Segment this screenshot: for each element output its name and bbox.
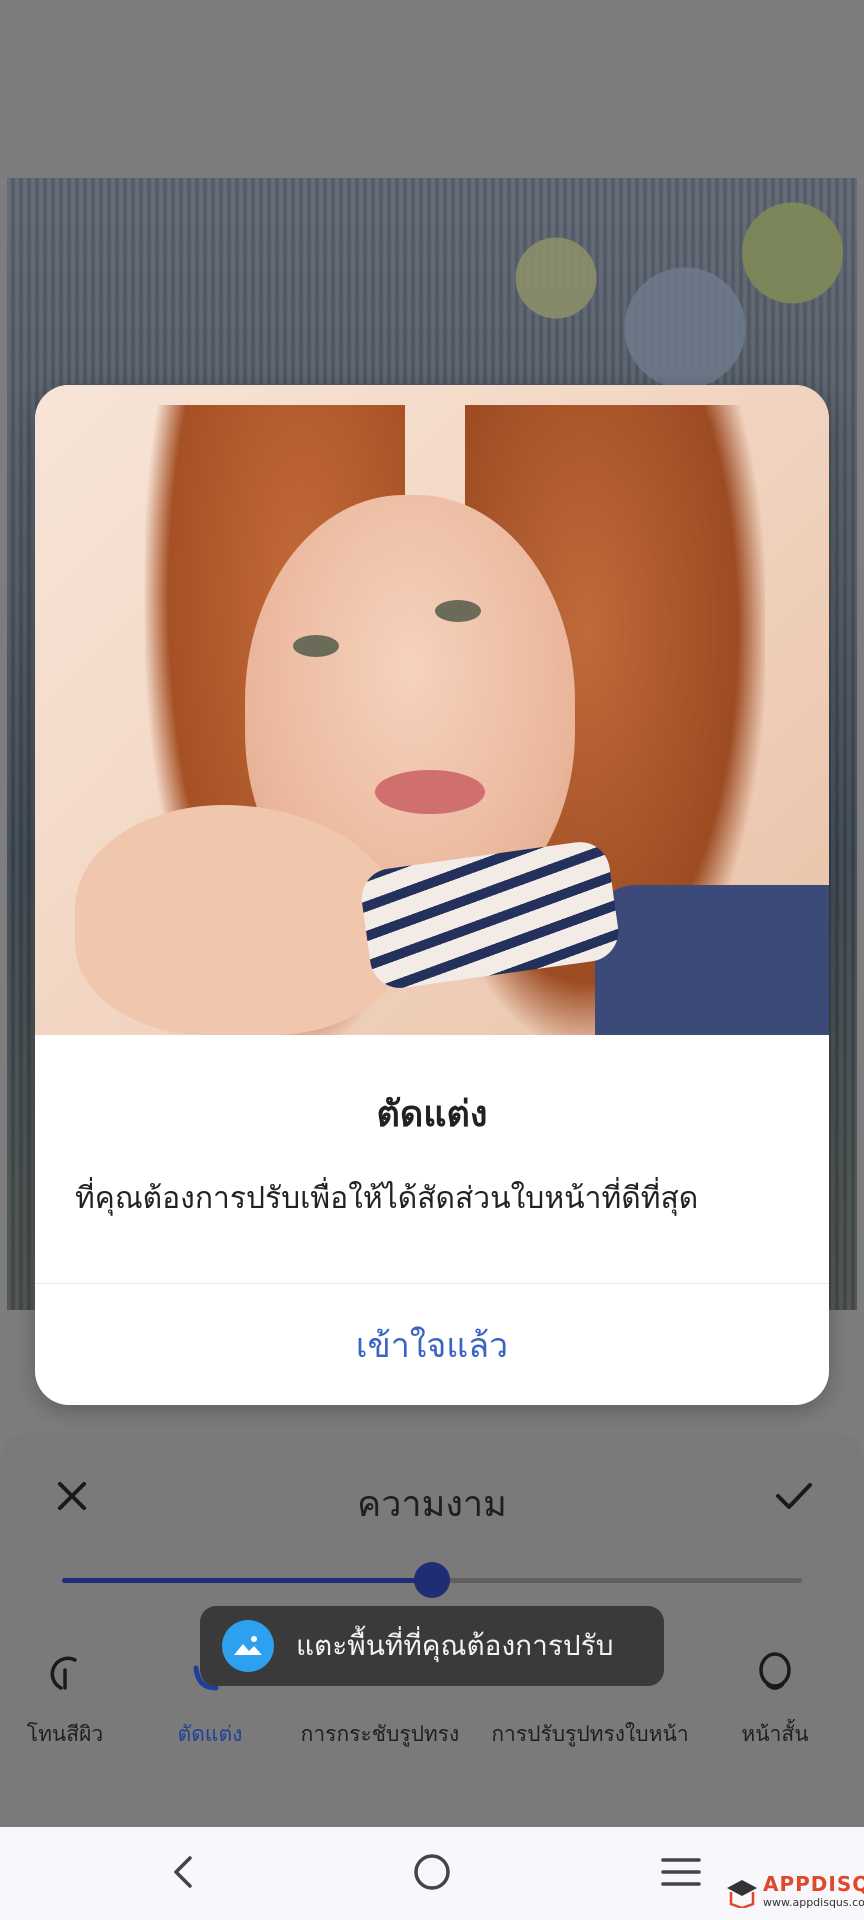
intensity-slider-fill [62, 1578, 432, 1583]
tool-short-face[interactable]: หน้าสั้น [735, 1648, 815, 1751]
tool-label: การปรับรูปทรงใบหน้า [491, 1722, 689, 1746]
check-icon[interactable] [774, 1478, 814, 1514]
trim-info-dialog: ตัดแต่ง ที่คุณต้องการปรับเพื่อให้ได้สัดส… [35, 385, 829, 1405]
watermark-title: APPDISQUS [763, 1872, 864, 1896]
panel-title: ความงาม [357, 1484, 507, 1525]
dialog-title: ตัดแต่ง [376, 1094, 488, 1135]
tool-label: การกระชับรูปทรง [300, 1722, 460, 1746]
tool-skin-tone[interactable]: โทนสีผิว [20, 1648, 110, 1751]
tool-label: ตัดแต่ง [177, 1722, 243, 1746]
home-icon[interactable] [412, 1852, 452, 1892]
watermark: APPDISQUS www.appdisqus.com [725, 1872, 864, 1916]
short-face-icon [759, 1652, 791, 1690]
skin-tone-icon [50, 1656, 77, 1690]
dialog-example-image [35, 385, 829, 1035]
understood-button[interactable]: เข้าใจแล้ว [35, 1284, 829, 1405]
toast-text: แตะพื้นที่ที่คุณต้องการปรับ [296, 1629, 614, 1662]
tool-label: โทนสีผิว [26, 1722, 104, 1746]
watermark-url: www.appdisqus.com [763, 1896, 864, 1909]
intensity-slider-thumb[interactable] [414, 1562, 450, 1598]
dialog-message: ที่คุณต้องการปรับเพื่อให้ได้สัดส่วนใบหน้… [75, 1181, 699, 1216]
image-icon [222, 1620, 274, 1672]
hint-toast: แตะพื้นที่ที่คุณต้องการปรับ [200, 1606, 664, 1686]
recent-apps-icon[interactable] [660, 1855, 702, 1889]
watermark-logo-icon [727, 1880, 757, 1908]
back-icon[interactable] [164, 1852, 204, 1892]
tool-label: หน้าสั้น [741, 1722, 809, 1746]
